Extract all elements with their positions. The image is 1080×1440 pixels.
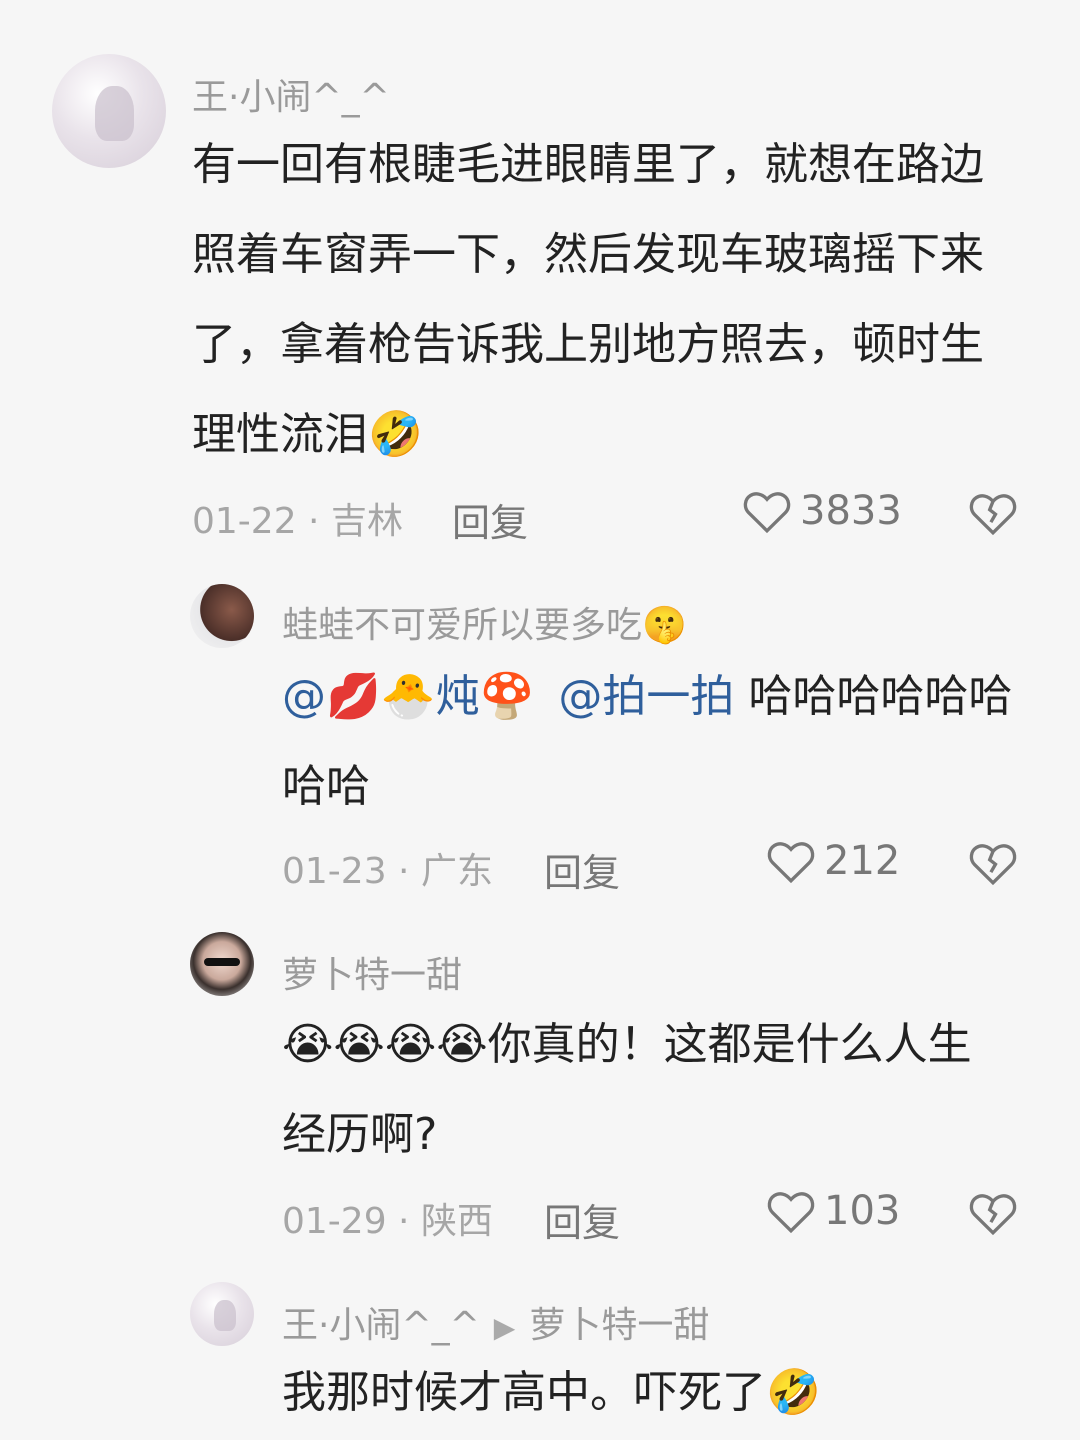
username[interactable]: 王·小闹^_^ <box>192 68 390 120</box>
like-button[interactable]: 3833 <box>742 488 902 534</box>
comment-line: @💋🐣炖🍄 @拍一拍 哈哈哈哈哈哈 <box>282 652 1012 742</box>
mushroom-emoji: 🍄 <box>479 671 535 722</box>
reply-button[interactable]: 回复 <box>544 842 620 897</box>
dislike-button[interactable] <box>968 1190 1018 1240</box>
like-button[interactable]: 212 <box>766 838 900 884</box>
shush-emoji: 🤫 <box>642 605 687 646</box>
like-count: 212 <box>824 838 901 884</box>
comment-line-text: 哈哈哈哈哈哈 <box>734 671 1013 722</box>
broken-heart-icon <box>969 494 1017 536</box>
username-reply-chain: 王·小闹^_^ ▶ 萝卜特一甜 <box>282 1296 709 1348</box>
mention-text: 炖 <box>435 671 480 722</box>
comment-line: 有一回有根睫毛进眼睛里了，就想在路边 <box>192 139 984 190</box>
comment-line: 照着车窗弄一下，然后发现车玻璃摇下来 <box>192 229 984 280</box>
heart-outline-icon <box>767 1192 815 1234</box>
reply-button[interactable]: 回复 <box>452 492 528 547</box>
broken-heart-icon <box>969 844 1017 886</box>
dislike-button[interactable] <box>968 840 1018 890</box>
lips-emoji: 💋 <box>326 671 381 722</box>
comment-line-text: 理性流泪 <box>192 409 368 460</box>
comment-line: 理性流泪🤣 <box>192 390 984 480</box>
username-text: 蛙蛙不可爱所以要多吃 <box>282 605 643 646</box>
triangle-right-icon: ▶ <box>493 1311 516 1344</box>
crying-emoji-row: 😭😭😭😭 <box>282 1019 488 1070</box>
reply-to-username[interactable]: 萝卜特一甜 <box>529 1305 709 1346</box>
mention-pat[interactable]: @拍一拍 <box>558 671 734 722</box>
comment-line: 哈哈 <box>282 761 370 812</box>
comment-line: 我那时候才高中。吓死了🤣 <box>282 1348 821 1438</box>
like-count: 103 <box>824 1188 901 1234</box>
comment-date-location: 01-22 · 吉林 <box>192 501 403 542</box>
avatar[interactable] <box>190 584 254 648</box>
reply-button[interactable]: 回复 <box>544 1192 620 1247</box>
comment-line-text: 你真的！这都是什么人生 <box>487 1019 972 1070</box>
hatching-chick-emoji: 🐣 <box>380 671 436 722</box>
comment-line-text: 我那时候才高中。吓死了 <box>282 1367 766 1418</box>
mention[interactable]: @💋🐣炖🍄 <box>282 671 534 722</box>
comment-line: 经历啊? <box>282 1109 438 1160</box>
comment-line: 😭😭😭😭你真的！这都是什么人生 <box>282 1000 972 1090</box>
username[interactable]: 王·小闹^_^ <box>282 1305 480 1346</box>
mention-at: @ <box>282 671 326 722</box>
broken-heart-icon <box>969 1194 1017 1236</box>
laughing-crying-emoji: 🤣 <box>766 1367 821 1418</box>
comment-text: 有一回有根睫毛进眼睛里了，就想在路边 照着车窗弄一下，然后发现车玻璃摇下来 了，… <box>192 120 984 480</box>
comment-text: 我那时候才高中。吓死了🤣 <box>282 1348 821 1438</box>
like-count: 3833 <box>800 488 902 534</box>
username[interactable]: 萝卜特一甜 <box>282 946 462 998</box>
comment-text: 😭😭😭😭你真的！这都是什么人生 经历啊? <box>282 1000 972 1180</box>
comment-text: @💋🐣炖🍄 @拍一拍 哈哈哈哈哈哈 哈哈 <box>282 652 1012 832</box>
comment-date-location: 01-29 · 陕西 <box>282 1201 493 1242</box>
avatar[interactable] <box>190 932 254 996</box>
comment-line: 了，拿着枪告诉我上别地方照去，顿时生 <box>192 319 984 370</box>
avatar-figure <box>214 1299 237 1331</box>
username[interactable]: 蛙蛙不可爱所以要多吃🤫 <box>282 596 687 648</box>
comment-date-location: 01-23 · 广东 <box>282 851 493 892</box>
avatar[interactable] <box>52 54 166 168</box>
like-button[interactable]: 103 <box>766 1188 900 1234</box>
laughing-crying-emoji: 🤣 <box>368 409 423 460</box>
heart-outline-icon <box>743 492 791 534</box>
heart-outline-icon <box>767 842 815 884</box>
dislike-button[interactable] <box>968 490 1018 540</box>
avatar-figure <box>95 85 135 141</box>
sunglasses-shape <box>204 957 240 966</box>
avatar[interactable] <box>190 1282 254 1346</box>
